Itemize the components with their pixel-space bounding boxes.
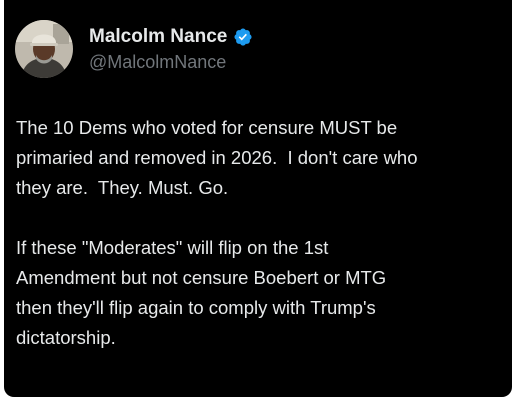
tweet-text-line: If these "Moderates" will flip on the 1s…	[16, 237, 329, 258]
verified-badge-icon	[234, 28, 252, 46]
author-name-row[interactable]: Malcolm Nance	[89, 25, 253, 49]
avatar-photo	[15, 20, 73, 78]
author-display-name[interactable]: Malcolm Nance	[89, 25, 227, 49]
tweet-text: The 10 Dems who voted for censure MUST b…	[16, 113, 512, 353]
tweet-text-line	[16, 203, 512, 233]
tweet-text-line: dictatorship.	[16, 327, 116, 348]
tweet-text-line: The 10 Dems who voted for censure MUST b…	[16, 117, 398, 138]
tweet-text-line: Amendment but not censure Boebert or MTG	[16, 267, 387, 288]
tweet-text-line: they are. They. Must. Go.	[16, 177, 229, 198]
tweet-card: Malcolm Nance @MalcolmNance The 10 Dems …	[4, 0, 512, 397]
tweet-text-line: primaried and removed in 2026. I don't c…	[16, 147, 418, 168]
tweet-text-line: then they'll flip again to comply with T…	[16, 297, 376, 318]
avatar[interactable]	[15, 20, 73, 78]
author-handle[interactable]: @MalcolmNance	[89, 51, 226, 73]
